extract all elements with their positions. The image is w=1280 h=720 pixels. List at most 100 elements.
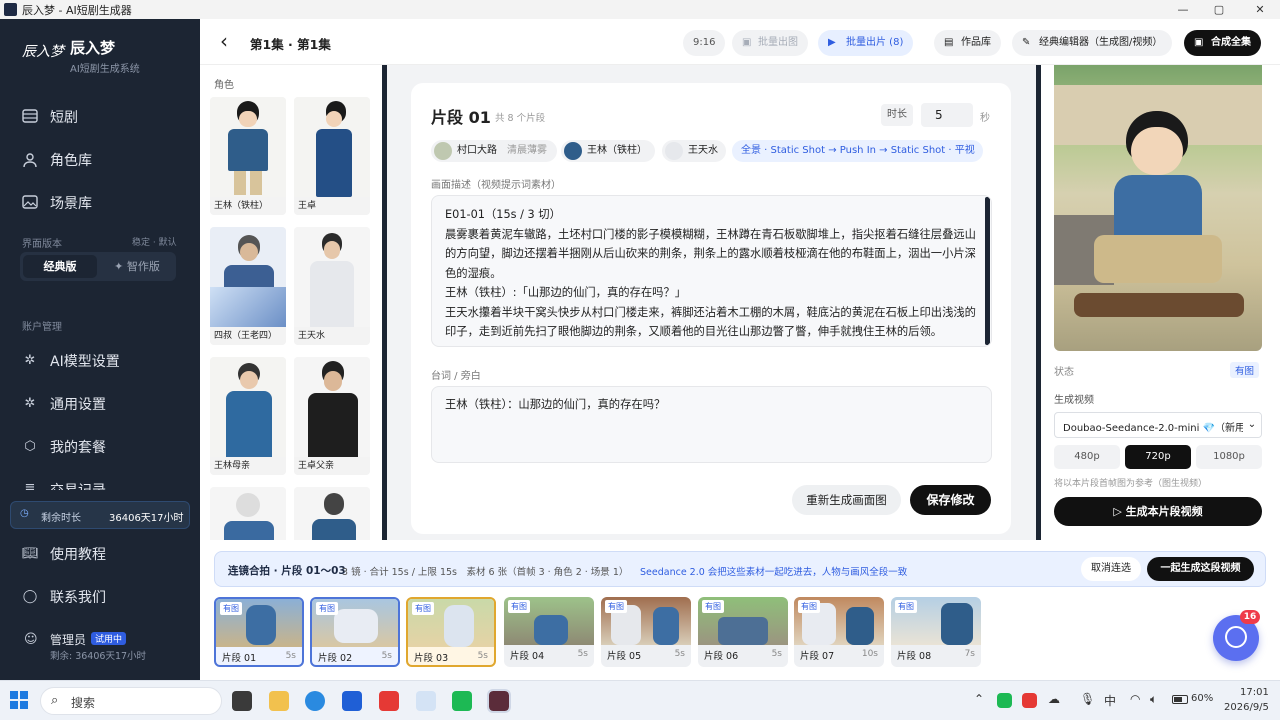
ratio-button[interactable]: 9:16 bbox=[683, 30, 726, 56]
gear-icon: ✲ bbox=[24, 396, 36, 411]
ime-indicator[interactable]: 中 bbox=[1104, 692, 1116, 709]
brand-name: 辰入梦 bbox=[70, 39, 116, 57]
segment-thumbnail[interactable]: 有图 片段 01 5s bbox=[214, 597, 304, 667]
generate-combo-video-button[interactable]: 一起生成这段视频 bbox=[1147, 557, 1254, 581]
top-header: ‹ 第1集 · 第1集 9:16 ▣ 批量出图 ▶ 批量出片 (8) ▤ 作品库 ✎ 经… bbox=[200, 19, 1280, 65]
chat-app-icon[interactable] bbox=[452, 691, 472, 711]
clock-time[interactable]: 17:01 bbox=[1240, 687, 1269, 698]
close-button[interactable]: ✕ bbox=[1242, 0, 1278, 19]
segment-thumbnail[interactable]: 有图 片段 08 7s bbox=[891, 597, 981, 667]
app-icon bbox=[4, 3, 17, 16]
character-card[interactable]: 四叔（王老四） bbox=[210, 227, 286, 345]
segment-thumbnail[interactable]: 有图 片段 04 5s bbox=[504, 597, 594, 667]
taskbar-search[interactable]: ⌕ 搜索 bbox=[40, 687, 222, 715]
chevron-up-icon[interactable]: ⌃ bbox=[974, 692, 984, 706]
nav-item-contact[interactable]: ◯ 联系我们 bbox=[22, 587, 106, 607]
gallery-button[interactable]: ▤ 作品库 bbox=[934, 30, 1001, 56]
nav-item-plans[interactable]: ⬡ 我的套餐 bbox=[22, 437, 106, 457]
character-card[interactable] bbox=[210, 487, 286, 540]
character-tag[interactable]: 王天水 bbox=[662, 140, 726, 162]
nav-item-scenes[interactable]: 场景库 bbox=[22, 193, 92, 213]
chat-fab-button[interactable]: 16 bbox=[1213, 610, 1260, 661]
character-image bbox=[294, 97, 370, 197]
batch-image-button[interactable]: ▣ 批量出图 bbox=[732, 30, 808, 56]
nav-item-general-settings[interactable]: ✲ 通用设置 bbox=[22, 394, 106, 414]
character-card[interactable]: 王林（铁柱） bbox=[210, 97, 286, 215]
res-480p-button[interactable]: 480p bbox=[1054, 445, 1120, 469]
version-smart-button[interactable]: ✦ 智作版 bbox=[100, 255, 174, 278]
nav-item-tutorial[interactable]: 📖︎ 使用教程 bbox=[22, 544, 106, 564]
wechat-tray-icon[interactable] bbox=[997, 693, 1012, 708]
description-textarea[interactable]: E01-01（15s / 3 切） 晨雾裹着黄泥车辙路，土坯村口门楼的影子模模糊… bbox=[431, 195, 992, 347]
app-icon[interactable] bbox=[342, 691, 362, 711]
model-select[interactable]: Doubao-Seedance-2.0-mini 💎（新用户 ⌄ bbox=[1054, 412, 1262, 438]
battery-icon[interactable] bbox=[1172, 695, 1188, 704]
character-tag[interactable]: 王林（铁柱） bbox=[561, 140, 655, 162]
segment-thumbnail[interactable]: 有图 片段 06 5s bbox=[698, 597, 788, 667]
nav-item-characters[interactable]: 角色库 bbox=[22, 150, 92, 170]
nav-item-transactions[interactable]: ≡ 交易记录 bbox=[22, 480, 106, 490]
wifi-icon[interactable]: ◠ bbox=[1130, 692, 1140, 706]
file-explorer-icon[interactable] bbox=[269, 691, 289, 711]
dialog-textarea[interactable]: 王林（铁柱）：山那边的仙门，真的存在吗？ bbox=[431, 386, 992, 463]
windows-start-icon[interactable] bbox=[10, 691, 28, 709]
res-720p-button[interactable]: 720p bbox=[1125, 445, 1191, 469]
gear-icon: ✲ bbox=[24, 353, 36, 368]
right-panel: 状态 有图 生成视频 Doubao-Seedance-2.0-mini 💎（新用… bbox=[1041, 65, 1280, 540]
scrollbar[interactable] bbox=[985, 197, 990, 345]
duration-input[interactable]: 5 bbox=[921, 103, 973, 127]
nav-item-ai-model[interactable]: ✲ AI模型设置 bbox=[22, 351, 120, 371]
character-card[interactable]: 王林母亲 bbox=[210, 357, 286, 475]
compose-all-button[interactable]: ▣ 合成全集 bbox=[1184, 30, 1261, 56]
segment-count: 共 8 个片段 bbox=[495, 113, 546, 124]
character-name: 王卓父亲 bbox=[294, 457, 370, 475]
clock-icon: ◷ bbox=[20, 508, 29, 519]
character-name: 王林（铁柱） bbox=[210, 197, 286, 215]
character-card[interactable] bbox=[294, 487, 370, 540]
cancel-multi-select-button[interactable]: 取消连选 bbox=[1081, 557, 1141, 581]
drama-app-icon[interactable] bbox=[487, 689, 511, 713]
book-icon: 📖︎ bbox=[22, 546, 39, 561]
scene-tag[interactable]: 村口大路 清晨薄雾 bbox=[431, 140, 557, 162]
segment-thumbnail[interactable]: 有图 片段 02 5s bbox=[310, 597, 400, 667]
volume-icon[interactable]: 🔈︎ bbox=[1150, 692, 1157, 707]
task-view-icon[interactable] bbox=[232, 691, 252, 711]
wps-tray-icon[interactable] bbox=[1022, 693, 1037, 708]
frame-preview-image[interactable] bbox=[1054, 65, 1262, 351]
segment-thumbnail[interactable]: 有图 片段 03 5s bbox=[406, 597, 496, 667]
character-image bbox=[294, 227, 370, 327]
segment-thumbnail[interactable]: 有图 片段 07 10s bbox=[794, 597, 884, 667]
mic-icon[interactable]: 🎙︎ bbox=[1080, 692, 1095, 706]
wps-icon[interactable] bbox=[379, 691, 399, 711]
back-button[interactable]: ‹ bbox=[220, 29, 228, 53]
maximize-button[interactable]: ▢ bbox=[1201, 0, 1237, 19]
generate-segment-video-button[interactable]: ▷ 生成本片段视频 bbox=[1054, 497, 1262, 526]
search-icon: ⌕ bbox=[51, 693, 59, 708]
play-box-icon: ▶ bbox=[828, 37, 836, 48]
duration-unit: 秒 bbox=[980, 113, 990, 124]
paint-icon[interactable] bbox=[416, 691, 436, 711]
nav-item-drama[interactable]: 短剧 bbox=[22, 107, 78, 127]
regenerate-image-button[interactable]: 重新生成画面图 bbox=[792, 485, 901, 515]
edge-browser-icon[interactable] bbox=[305, 691, 325, 711]
clock-date[interactable]: 2026/9/5 bbox=[1224, 702, 1269, 713]
batch-video-button[interactable]: ▶ 批量出片 (8) bbox=[818, 30, 914, 56]
scene-avatar bbox=[434, 142, 452, 160]
res-1080p-button[interactable]: 1080p bbox=[1196, 445, 1262, 469]
combo-title: 连镜合拍 · 片段 01〜03 bbox=[228, 565, 346, 577]
save-changes-button[interactable]: 保存修改 bbox=[910, 485, 991, 515]
minimize-button[interactable]: — bbox=[1165, 0, 1201, 19]
list-icon: ≡ bbox=[24, 480, 36, 490]
cloud-icon[interactable]: ☁ bbox=[1048, 692, 1060, 706]
character-section-label: 角色 bbox=[214, 80, 234, 91]
classic-editor-button[interactable]: ✎ 经典编辑器（生成图/视频） bbox=[1012, 30, 1173, 56]
shot-tag[interactable]: 全景 · Static Shot → Push In → Static Shot… bbox=[732, 140, 983, 162]
character-image bbox=[294, 487, 370, 540]
character-avatar bbox=[564, 142, 582, 160]
version-classic-button[interactable]: 经典版 bbox=[23, 255, 97, 278]
chat-icon: ◯ bbox=[22, 589, 38, 604]
character-card[interactable]: 王天水 bbox=[294, 227, 370, 345]
character-card[interactable]: 王卓父亲 bbox=[294, 357, 370, 475]
segment-thumbnail[interactable]: 有图 片段 05 5s bbox=[601, 597, 691, 667]
character-card[interactable]: 王卓 bbox=[294, 97, 370, 215]
